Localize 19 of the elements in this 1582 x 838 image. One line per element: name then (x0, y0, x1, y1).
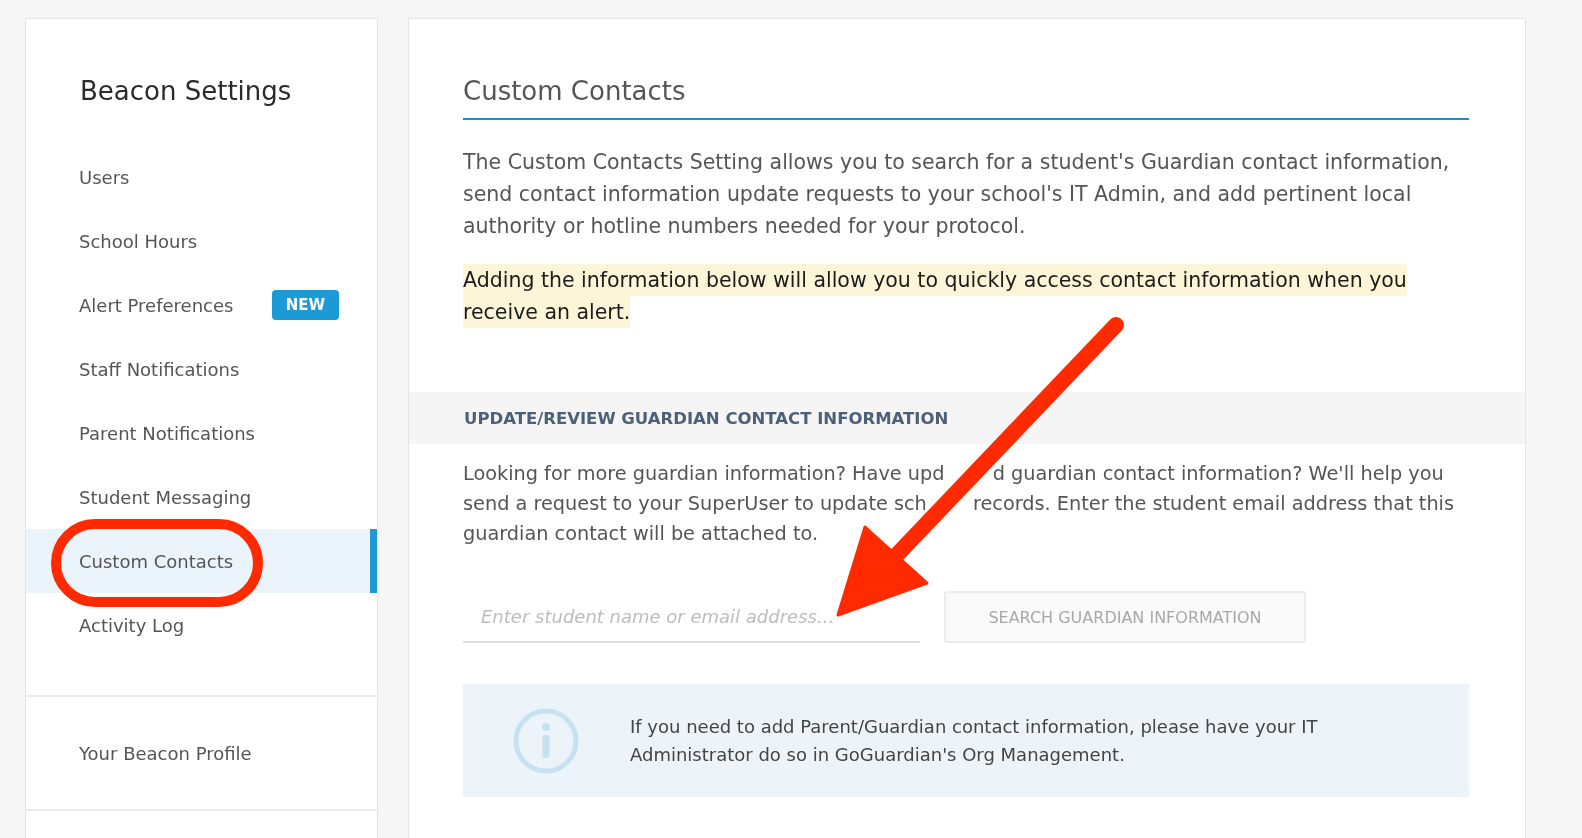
info-text: If you need to add Parent/Guardian contact information, please have your IT Administrator do so in GoGuardian's Org Management. (630, 714, 1319, 767)
sidebar-item[interactable]: Student Messaging (26, 465, 377, 529)
intro-paragraph: The Custom Contacts Setting allows you to search for a student's Guardian contact information, send contact information update requests to your school's IT Admin, and add pertinent local authority or hotline numbers needed for your protocol. (463, 149, 1451, 240)
new-badge: NEW (272, 290, 339, 320)
sidebar-item[interactable]: School Hours (26, 209, 377, 273)
sidebar-item[interactable]: Users (26, 145, 377, 209)
section-description: Looking for more guardian information? Have upd d guardian contact information? We'll help you send a request to your SuperUser to update sch records. Enter the student email address that this guardian contact will be attached to. (463, 461, 1455, 547)
sidebar-item[interactable]: Parent Notifications (26, 401, 377, 465)
sidebar-item-label: Alert Preferences (79, 294, 234, 316)
profile-link[interactable]: Your Beacon Profile (26, 721, 377, 785)
sidebar-item[interactable]: Activity Log (26, 593, 377, 657)
sidebar-item[interactable]: Alert Preferences NEW (26, 273, 377, 337)
page-title: Custom Contacts (463, 73, 1469, 120)
sidebar-item[interactable]: Staff Notifications (26, 337, 377, 401)
info-icon (513, 707, 579, 774)
sidebar-item[interactable]: Custom Contacts (26, 529, 377, 593)
student-search-field[interactable]: Enter student name or email address... (463, 591, 920, 643)
section-heading: UPDATE/REVIEW GUARDIAN CONTACT INFORMATION (464, 408, 949, 428)
sidebar-title: Beacon Settings (80, 75, 292, 108)
